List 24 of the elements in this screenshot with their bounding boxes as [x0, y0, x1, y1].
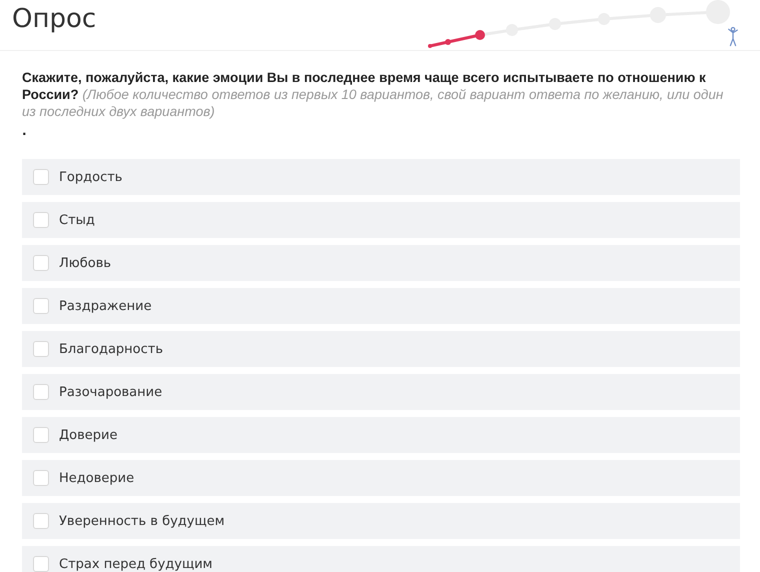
answer-option[interactable]: Недоверие [22, 460, 740, 496]
answer-option[interactable]: Благодарность [22, 331, 740, 367]
answer-option[interactable]: Доверие [22, 417, 740, 453]
answer-option[interactable]: Разочарование [22, 374, 740, 410]
checkbox[interactable] [33, 341, 49, 357]
checkbox[interactable] [33, 556, 49, 572]
checkbox[interactable] [33, 255, 49, 271]
answer-option[interactable]: Любовь [22, 245, 740, 281]
checkbox[interactable] [33, 427, 49, 443]
answer-option[interactable]: Страх перед будущим [22, 546, 740, 572]
checkbox[interactable] [33, 298, 49, 314]
note-text: . [22, 125, 27, 137]
checkbox[interactable] [33, 470, 49, 486]
answer-option[interactable]: Раздражение [22, 288, 740, 324]
answer-option[interactable]: Стыд [22, 202, 740, 238]
page-title: Опрос [12, 4, 96, 34]
checkbox[interactable] [33, 513, 49, 529]
checkbox[interactable] [33, 384, 49, 400]
checkbox[interactable] [33, 169, 49, 185]
person-icon [727, 26, 739, 48]
question-text: Скажите, пожалуйста, какие эмоции Вы в последнее время чаще всего испытываете по отношению к России? (Любое количество ответов из первых 10 вариантов, свой вариант ответа по желанию, или один из последних двух вариантов) [22, 69, 724, 120]
answer-option[interactable]: Гордость [22, 159, 740, 195]
answer-option[interactable]: Уверенность в будущем [22, 503, 740, 539]
checkbox[interactable] [33, 212, 49, 228]
